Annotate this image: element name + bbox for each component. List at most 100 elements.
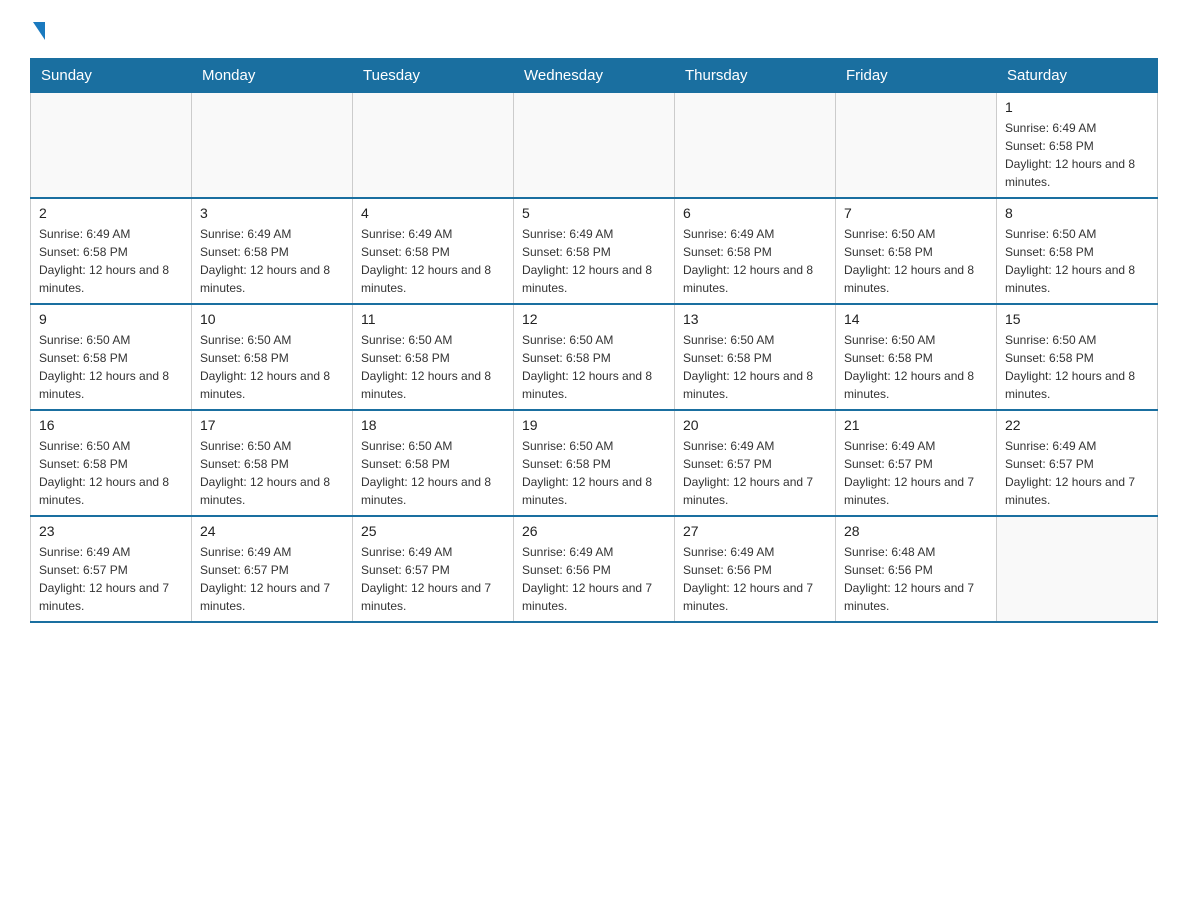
day-number: 3 xyxy=(200,205,344,221)
day-number: 17 xyxy=(200,417,344,433)
calendar-day-cell: 11 Sunrise: 6:50 AM Sunset: 6:58 PM Dayli… xyxy=(353,304,514,410)
day-number: 1 xyxy=(1005,99,1149,115)
calendar-day-cell: 22 Sunrise: 6:49 AM Sunset: 6:57 PM Dayli… xyxy=(997,410,1158,516)
calendar-day-cell: 5 Sunrise: 6:49 AM Sunset: 6:58 PM Daylig… xyxy=(514,198,675,304)
logo xyxy=(30,20,45,38)
calendar-day-cell: 28 Sunrise: 6:48 AM Sunset: 6:56 PM Dayli… xyxy=(836,516,997,622)
calendar-day-cell: 17 Sunrise: 6:50 AM Sunset: 6:58 PM Dayli… xyxy=(192,410,353,516)
day-number: 4 xyxy=(361,205,505,221)
day-info: Sunrise: 6:50 AM Sunset: 6:58 PM Dayligh… xyxy=(200,437,344,509)
calendar-day-cell xyxy=(192,93,353,199)
day-info: Sunrise: 6:50 AM Sunset: 6:58 PM Dayligh… xyxy=(39,331,183,403)
calendar-day-cell: 10Sunrise: 6:50 AM Sunset: 6:58 PM Dayli… xyxy=(192,304,353,410)
day-number: 23 xyxy=(39,523,183,539)
calendar-day-cell xyxy=(353,93,514,199)
weekday-header: Saturday xyxy=(997,59,1158,93)
day-number: 26 xyxy=(522,523,666,539)
calendar-day-cell: 14Sunrise: 6:50 AM Sunset: 6:58 PM Dayli… xyxy=(836,304,997,410)
day-number: 27 xyxy=(683,523,827,539)
day-number: 2 xyxy=(39,205,183,221)
day-number: 8 xyxy=(1005,205,1149,221)
day-info: Sunrise: 6:50 AM Sunset: 6:58 PM Dayligh… xyxy=(844,225,988,297)
calendar-day-cell: 27 Sunrise: 6:49 AM Sunset: 6:56 PM Dayli… xyxy=(675,516,836,622)
calendar-day-cell: 1 Sunrise: 6:49 AM Sunset: 6:58 PM Daylig… xyxy=(997,93,1158,199)
day-number: 25 xyxy=(361,523,505,539)
calendar-day-cell xyxy=(31,93,192,199)
day-info: Sunrise: 6:49 AM Sunset: 6:56 PM Dayligh… xyxy=(522,543,666,615)
weekday-header: Tuesday xyxy=(353,59,514,93)
day-info: Sunrise: 6:49 AM Sunset: 6:58 PM Dayligh… xyxy=(200,225,344,297)
day-number: 16 xyxy=(39,417,183,433)
day-info: Sunrise: 6:49 AM Sunset: 6:57 PM Dayligh… xyxy=(683,437,827,509)
day-number: 21 xyxy=(844,417,988,433)
day-info: Sunrise: 6:49 AM Sunset: 6:57 PM Dayligh… xyxy=(1005,437,1149,509)
calendar-day-cell: 13 Sunrise: 6:50 AM Sunset: 6:58 PM Dayli… xyxy=(675,304,836,410)
day-number: 22 xyxy=(1005,417,1149,433)
weekday-header: Monday xyxy=(192,59,353,93)
calendar-week-row: 2 Sunrise: 6:49 AM Sunset: 6:58 PM Daylig… xyxy=(31,198,1158,304)
calendar-day-cell: 7 Sunrise: 6:50 AM Sunset: 6:58 PM Daylig… xyxy=(836,198,997,304)
calendar-day-cell: 24 Sunrise: 6:49 AM Sunset: 6:57 PM Dayli… xyxy=(192,516,353,622)
day-info: Sunrise: 6:49 AM Sunset: 6:58 PM Dayligh… xyxy=(522,225,666,297)
calendar-day-cell xyxy=(675,93,836,199)
weekday-header: Thursday xyxy=(675,59,836,93)
day-info: Sunrise: 6:48 AM Sunset: 6:56 PM Dayligh… xyxy=(844,543,988,615)
logo-triangle-icon xyxy=(33,22,45,40)
day-number: 10 xyxy=(200,311,344,327)
calendar-day-cell: 19 Sunrise: 6:50 AM Sunset: 6:58 PM Dayli… xyxy=(514,410,675,516)
page-header xyxy=(30,20,1158,38)
day-number: 20 xyxy=(683,417,827,433)
calendar-week-row: 1 Sunrise: 6:49 AM Sunset: 6:58 PM Daylig… xyxy=(31,93,1158,199)
day-info: Sunrise: 6:49 AM Sunset: 6:56 PM Dayligh… xyxy=(683,543,827,615)
weekday-header: Friday xyxy=(836,59,997,93)
day-info: Sunrise: 6:50 AM Sunset: 6:58 PM Dayligh… xyxy=(1005,331,1149,403)
calendar-day-cell: 26 Sunrise: 6:49 AM Sunset: 6:56 PM Dayli… xyxy=(514,516,675,622)
day-info: Sunrise: 6:49 AM Sunset: 6:57 PM Dayligh… xyxy=(39,543,183,615)
day-info: Sunrise: 6:50 AM Sunset: 6:58 PM Dayligh… xyxy=(522,437,666,509)
calendar-day-cell: 2 Sunrise: 6:49 AM Sunset: 6:58 PM Daylig… xyxy=(31,198,192,304)
day-info: Sunrise: 6:50 AM Sunset: 6:58 PM Dayligh… xyxy=(683,331,827,403)
calendar-day-cell: 8 Sunrise: 6:50 AM Sunset: 6:58 PM Daylig… xyxy=(997,198,1158,304)
day-info: Sunrise: 6:50 AM Sunset: 6:58 PM Dayligh… xyxy=(522,331,666,403)
day-info: Sunrise: 6:49 AM Sunset: 6:58 PM Dayligh… xyxy=(1005,119,1149,191)
day-info: Sunrise: 6:50 AM Sunset: 6:58 PM Dayligh… xyxy=(39,437,183,509)
calendar-week-row: 23 Sunrise: 6:49 AM Sunset: 6:57 PM Dayli… xyxy=(31,516,1158,622)
day-number: 9 xyxy=(39,311,183,327)
day-number: 19 xyxy=(522,417,666,433)
day-info: Sunrise: 6:49 AM Sunset: 6:57 PM Dayligh… xyxy=(200,543,344,615)
day-info: Sunrise: 6:49 AM Sunset: 6:58 PM Dayligh… xyxy=(39,225,183,297)
calendar-day-cell: 12 Sunrise: 6:50 AM Sunset: 6:58 PM Dayli… xyxy=(514,304,675,410)
day-info: Sunrise: 6:50 AM Sunset: 6:58 PM Dayligh… xyxy=(844,331,988,403)
calendar-day-cell: 23 Sunrise: 6:49 AM Sunset: 6:57 PM Dayli… xyxy=(31,516,192,622)
calendar-day-cell: 20 Sunrise: 6:49 AM Sunset: 6:57 PM Dayli… xyxy=(675,410,836,516)
weekday-header: Sunday xyxy=(31,59,192,93)
day-number: 24 xyxy=(200,523,344,539)
day-number: 12 xyxy=(522,311,666,327)
calendar-table: SundayMondayTuesdayWednesdayThursdayFrid… xyxy=(30,58,1158,623)
day-info: Sunrise: 6:49 AM Sunset: 6:57 PM Dayligh… xyxy=(844,437,988,509)
day-number: 6 xyxy=(683,205,827,221)
day-number: 28 xyxy=(844,523,988,539)
weekday-header: Wednesday xyxy=(514,59,675,93)
calendar-day-cell: 18Sunrise: 6:50 AM Sunset: 6:58 PM Dayli… xyxy=(353,410,514,516)
day-number: 7 xyxy=(844,205,988,221)
day-info: Sunrise: 6:49 AM Sunset: 6:58 PM Dayligh… xyxy=(361,225,505,297)
day-info: Sunrise: 6:50 AM Sunset: 6:58 PM Dayligh… xyxy=(1005,225,1149,297)
calendar-header-row: SundayMondayTuesdayWednesdayThursdayFrid… xyxy=(31,59,1158,93)
day-number: 5 xyxy=(522,205,666,221)
day-number: 13 xyxy=(683,311,827,327)
calendar-day-cell: 4 Sunrise: 6:49 AM Sunset: 6:58 PM Daylig… xyxy=(353,198,514,304)
day-info: Sunrise: 6:49 AM Sunset: 6:58 PM Dayligh… xyxy=(683,225,827,297)
calendar-day-cell: 16 Sunrise: 6:50 AM Sunset: 6:58 PM Dayli… xyxy=(31,410,192,516)
calendar-week-row: 9 Sunrise: 6:50 AM Sunset: 6:58 PM Daylig… xyxy=(31,304,1158,410)
calendar-day-cell xyxy=(997,516,1158,622)
day-info: Sunrise: 6:49 AM Sunset: 6:57 PM Dayligh… xyxy=(361,543,505,615)
day-info: Sunrise: 6:50 AM Sunset: 6:58 PM Dayligh… xyxy=(361,437,505,509)
calendar-day-cell xyxy=(836,93,997,199)
day-number: 11 xyxy=(361,311,505,327)
calendar-day-cell: 21 Sunrise: 6:49 AM Sunset: 6:57 PM Dayli… xyxy=(836,410,997,516)
calendar-day-cell: 3 Sunrise: 6:49 AM Sunset: 6:58 PM Daylig… xyxy=(192,198,353,304)
day-info: Sunrise: 6:50 AM Sunset: 6:58 PM Dayligh… xyxy=(361,331,505,403)
calendar-day-cell: 15 Sunrise: 6:50 AM Sunset: 6:58 PM Dayli… xyxy=(997,304,1158,410)
day-number: 15 xyxy=(1005,311,1149,327)
